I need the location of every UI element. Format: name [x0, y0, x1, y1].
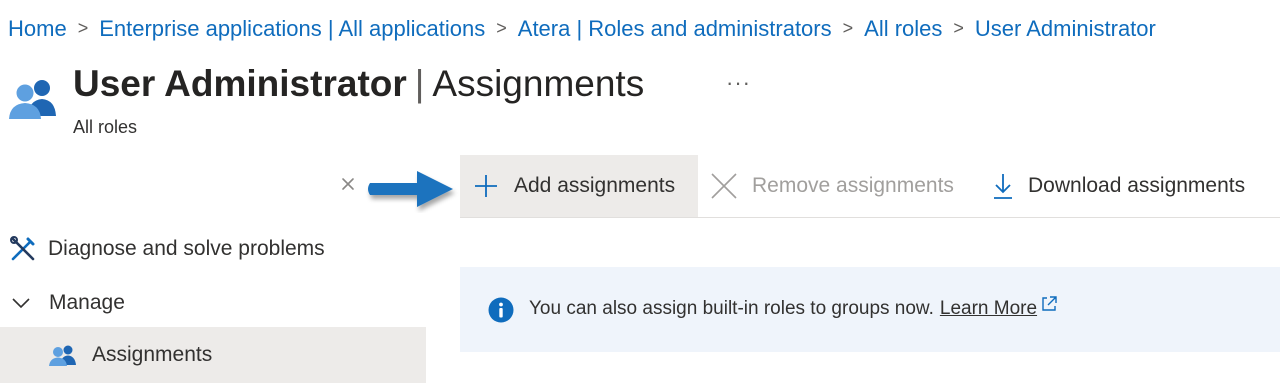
breadcrumb-home[interactable]: Home: [8, 16, 67, 42]
breadcrumb-enterprise-applications[interactable]: Enterprise applications | All applicatio…: [99, 16, 485, 42]
download-icon: [994, 174, 1012, 199]
sidebar-item-assignments[interactable]: Assignments: [0, 327, 426, 383]
breadcrumb-separator-icon: >: [842, 17, 854, 38]
users-icon: [49, 345, 76, 366]
breadcrumb-roles-and-administrators[interactable]: Atera | Roles and administrators: [518, 16, 832, 42]
chevron-down-icon: [12, 298, 30, 309]
external-link-icon[interactable]: [1040, 295, 1058, 313]
sidebar-item-diagnose[interactable]: Diagnose and solve problems: [10, 234, 325, 264]
wrench-screwdriver-icon: [10, 236, 35, 261]
download-assignments-label: Download assignments: [1028, 174, 1246, 197]
sidebar-item-label: Assignments: [92, 343, 213, 366]
remove-assignments-label: Remove assignments: [752, 174, 954, 197]
collapse-sidebar-close-icon[interactable]: [338, 174, 358, 194]
info-banner: You can also assign built-in roles to gr…: [460, 267, 1280, 352]
breadcrumb: Home > Enterprise applications | All app…: [8, 14, 1156, 44]
add-assignments-button[interactable]: Add assignments: [460, 155, 698, 217]
sidebar-item-label: Diagnose and solve problems: [48, 237, 325, 260]
users-role-icon: [9, 80, 56, 119]
remove-assignments-button[interactable]: Remove assignments: [710, 155, 954, 217]
page-title-divider: |: [414, 63, 425, 104]
breadcrumb-separator-icon: >: [496, 17, 507, 38]
info-icon: [488, 297, 514, 323]
learn-more-link[interactable]: Learn More: [940, 298, 1037, 320]
more-options-button[interactable]: ···: [726, 70, 751, 96]
info-banner-text: You can also assign built-in roles to gr…: [529, 298, 934, 319]
add-assignments-label: Add assignments: [514, 174, 676, 197]
command-bar: Add assignments Remove assignments Downl…: [460, 155, 1280, 218]
breadcrumb-separator-icon: >: [953, 17, 964, 38]
plus-icon: [475, 175, 497, 197]
sidebar-item-label: Manage: [49, 291, 125, 314]
download-assignments-button[interactable]: Download assignments: [992, 155, 1245, 217]
page-subtitle: All roles: [73, 117, 138, 137]
page-title: User Administrator | Assignments: [73, 63, 644, 105]
page-title-section: Assignments: [432, 63, 645, 104]
close-icon: [711, 173, 737, 199]
page-title-main: User Administrator: [73, 63, 407, 104]
sidebar-group-manage[interactable]: Manage: [10, 288, 125, 318]
info-banner-message: You can also assign built-in roles to gr…: [529, 295, 1058, 320]
breadcrumb-user-administrator[interactable]: User Administrator: [975, 16, 1156, 42]
breadcrumb-separator-icon: >: [77, 17, 89, 38]
breadcrumb-all-roles[interactable]: All roles: [864, 16, 942, 42]
callout-arrow-icon: [368, 171, 453, 207]
